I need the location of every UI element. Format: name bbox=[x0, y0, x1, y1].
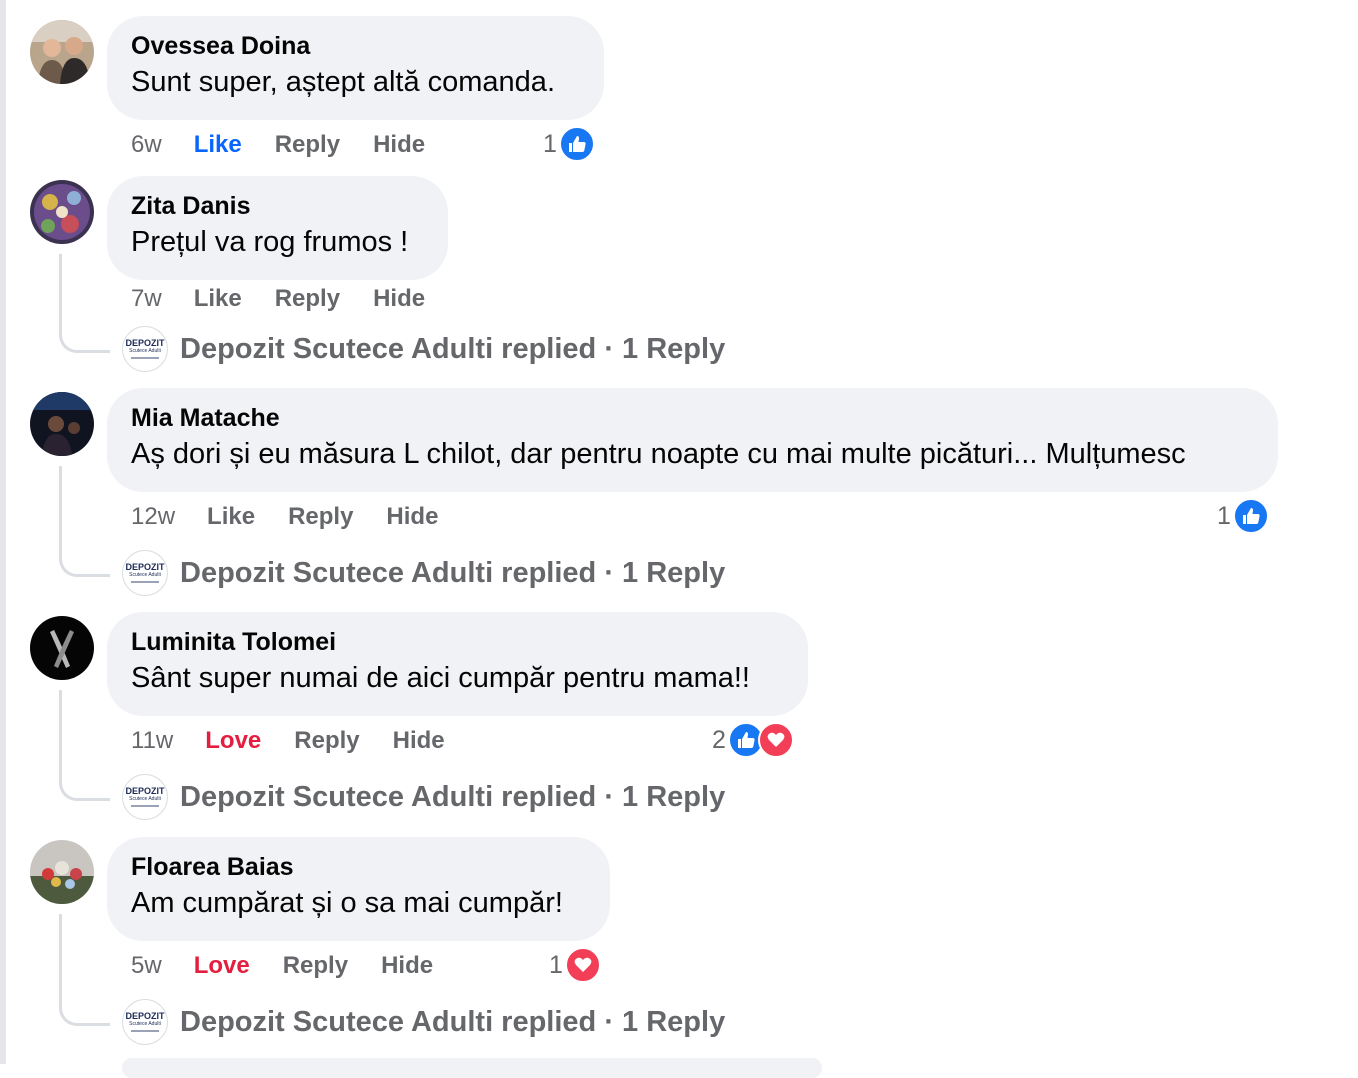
page-avatar-logo-line bbox=[131, 805, 159, 807]
page-avatar-logo-text: DEPOZIT bbox=[125, 338, 165, 348]
left-edge-divider bbox=[0, 0, 6, 1064]
reaction-count: 1 bbox=[543, 129, 557, 158]
replied-summary-text[interactable]: Depozit Scutece Adulti replied · 1 Reply bbox=[180, 1006, 725, 1039]
comment-timestamp[interactable]: 5w bbox=[131, 952, 162, 980]
comment-author[interactable]: Zita Danis bbox=[131, 190, 424, 222]
page-avatar-logo-subtext: Scutece Adulti bbox=[129, 572, 161, 578]
comment-bubble: Ovessea Doina Sunt super, aștept altă co… bbox=[107, 16, 604, 120]
comment-bubble: Luminita Tolomei Sânt super numai de aic… bbox=[107, 612, 808, 716]
view-replies-link[interactable]: DEPOZIT Scutece Adulti Depozit Scutece A… bbox=[122, 998, 725, 1046]
page-avatar-logo-line bbox=[131, 581, 159, 583]
page-avatar: DEPOZIT Scutece Adulti bbox=[122, 550, 168, 596]
reply-button[interactable]: Reply bbox=[294, 727, 359, 755]
comment-timestamp[interactable]: 7w bbox=[131, 285, 162, 313]
like-button[interactable]: Like bbox=[194, 131, 242, 159]
reply-button[interactable]: Reply bbox=[283, 952, 348, 980]
comment-author[interactable]: Ovessea Doina bbox=[131, 30, 580, 62]
hide-button[interactable]: Hide bbox=[393, 727, 445, 755]
replied-summary-text[interactable]: Depozit Scutece Adulti replied · 1 Reply bbox=[180, 557, 725, 590]
view-replies-link[interactable]: DEPOZIT Scutece Adulti Depozit Scutece A… bbox=[122, 549, 725, 597]
comment-actions: 11w Love Reply Hide bbox=[131, 724, 478, 758]
comment-author[interactable]: Floarea Baias bbox=[131, 851, 586, 883]
page-avatar: DEPOZIT Scutece Adulti bbox=[122, 999, 168, 1045]
avatar[interactable] bbox=[30, 20, 94, 84]
comment-actions: 5w Love Reply Hide bbox=[131, 949, 466, 983]
thread-connector-line bbox=[59, 914, 110, 1026]
hide-button[interactable]: Hide bbox=[373, 131, 425, 159]
comment-text: Aș dori și eu măsura L chilot, dar pentr… bbox=[131, 438, 1186, 470]
comment-timestamp[interactable]: 12w bbox=[131, 503, 175, 531]
hide-button[interactable]: Hide bbox=[386, 503, 438, 531]
page-avatar: DEPOZIT Scutece Adulti bbox=[122, 774, 168, 820]
thread-connector-line bbox=[59, 690, 110, 801]
comment-actions: 12w Like Reply Hide bbox=[131, 500, 471, 534]
reaction-summary[interactable]: 1 bbox=[1217, 496, 1269, 536]
comment-text: Am cumpărat și o sa mai cumpăr! bbox=[131, 887, 563, 919]
next-comment-bubble-partial bbox=[122, 1058, 822, 1078]
page-avatar-logo-subtext: Scutece Adulti bbox=[129, 1021, 161, 1027]
reply-button[interactable]: Reply bbox=[275, 131, 340, 159]
like-reaction-icon bbox=[558, 126, 595, 162]
avatar[interactable] bbox=[30, 180, 94, 244]
love-reaction-icon bbox=[757, 722, 794, 758]
page-avatar-logo-text: DEPOZIT bbox=[125, 562, 165, 572]
love-button[interactable]: Love bbox=[194, 952, 250, 980]
love-reaction-icon bbox=[564, 947, 601, 983]
like-reaction-icon bbox=[1232, 498, 1269, 534]
reply-button[interactable]: Reply bbox=[288, 503, 353, 531]
thread-connector-line bbox=[59, 466, 110, 577]
replied-summary-text[interactable]: Depozit Scutece Adulti replied · 1 Reply bbox=[180, 333, 725, 366]
reaction-count: 1 bbox=[1217, 501, 1231, 530]
thread-connector-line bbox=[59, 254, 110, 353]
page-avatar-logo-line bbox=[131, 1030, 159, 1032]
comment-bubble: Floarea Baias Am cumpărat și o sa mai cu… bbox=[107, 837, 610, 941]
comment-actions: 6w Like Reply Hide bbox=[131, 128, 458, 162]
comment-bubble: Zita Danis Prețul va rog frumos ! bbox=[107, 176, 448, 280]
comment-text: Sunt super, aștept altă comanda. bbox=[131, 66, 555, 98]
comment-text: Prețul va rog frumos ! bbox=[131, 226, 409, 258]
reaction-summary[interactable]: 1 bbox=[549, 945, 601, 985]
reaction-count: 1 bbox=[549, 950, 563, 979]
comment-author[interactable]: Luminita Tolomei bbox=[131, 626, 784, 658]
avatar[interactable] bbox=[30, 392, 94, 456]
replied-summary-text[interactable]: Depozit Scutece Adulti replied · 1 Reply bbox=[180, 781, 725, 814]
comment-bubble: Mia Matache Aș dori și eu măsura L chilo… bbox=[107, 388, 1278, 492]
like-button[interactable]: Like bbox=[207, 503, 255, 531]
hide-button[interactable]: Hide bbox=[381, 952, 433, 980]
comment-text: Sânt super numai de aici cumpăr pentru m… bbox=[131, 662, 750, 694]
page-avatar-logo-subtext: Scutece Adulti bbox=[129, 348, 161, 354]
comment-author[interactable]: Mia Matache bbox=[131, 402, 1254, 434]
page-avatar-logo-text: DEPOZIT bbox=[125, 786, 165, 796]
avatar[interactable] bbox=[30, 616, 94, 680]
like-button[interactable]: Like bbox=[194, 285, 242, 313]
reply-button[interactable]: Reply bbox=[275, 285, 340, 313]
page-avatar-logo-text: DEPOZIT bbox=[125, 1011, 165, 1021]
reaction-summary[interactable]: 1 bbox=[543, 124, 595, 164]
comment-actions: 7w Like Reply Hide bbox=[131, 282, 458, 316]
page-avatar-logo-line bbox=[131, 357, 159, 359]
reaction-summary[interactable]: 2 bbox=[712, 720, 794, 760]
reaction-count: 2 bbox=[712, 725, 726, 754]
love-button[interactable]: Love bbox=[205, 727, 261, 755]
view-replies-link[interactable]: DEPOZIT Scutece Adulti Depozit Scutece A… bbox=[122, 325, 725, 373]
page-avatar-logo-subtext: Scutece Adulti bbox=[129, 796, 161, 802]
comment-timestamp[interactable]: 6w bbox=[131, 131, 162, 159]
view-replies-link[interactable]: DEPOZIT Scutece Adulti Depozit Scutece A… bbox=[122, 773, 725, 821]
hide-button[interactable]: Hide bbox=[373, 285, 425, 313]
avatar[interactable] bbox=[30, 840, 94, 904]
comment-timestamp[interactable]: 11w bbox=[131, 727, 173, 755]
page-avatar: DEPOZIT Scutece Adulti bbox=[122, 326, 168, 372]
